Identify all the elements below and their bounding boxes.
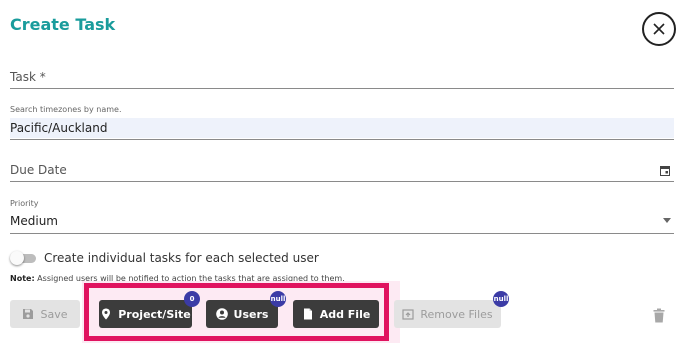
toggle-knob [10, 251, 24, 265]
remove-files-label: Remove Files [420, 307, 493, 321]
close-icon [653, 23, 665, 35]
task-underline [10, 88, 674, 89]
remove-files-badge: null [493, 291, 509, 307]
timezone-underline [10, 139, 674, 140]
task-field-label: Task * [10, 70, 46, 84]
chevron-down-icon[interactable] [663, 218, 671, 223]
close-button[interactable] [642, 12, 676, 46]
save-button-label: Save [40, 307, 68, 321]
due-date-label: Due Date [10, 163, 67, 177]
timezone-label: Search timezones by name. [10, 105, 122, 114]
save-button[interactable]: Save [10, 300, 80, 328]
timezone-input[interactable] [10, 118, 674, 138]
due-date-underline [10, 181, 674, 182]
calendar-icon[interactable] [660, 165, 670, 176]
priority-select[interactable]: Medium [10, 214, 58, 228]
note-prefix: Note: [10, 274, 35, 283]
remove-file-icon [402, 309, 414, 320]
priority-label: Priority [10, 199, 39, 208]
highlight-box [84, 283, 389, 341]
save-icon [23, 309, 34, 319]
priority-underline [10, 233, 674, 234]
due-date-input[interactable] [120, 163, 640, 179]
toggle-label: Create individual tasks for each selecte… [44, 251, 319, 265]
individual-tasks-toggle[interactable] [10, 251, 38, 265]
dialog-title: Create Task [10, 15, 116, 34]
timezone-value: Pacific/Auckland [10, 121, 108, 135]
remove-files-button[interactable]: Remove Files [394, 300, 501, 328]
trash-icon[interactable] [653, 308, 665, 323]
